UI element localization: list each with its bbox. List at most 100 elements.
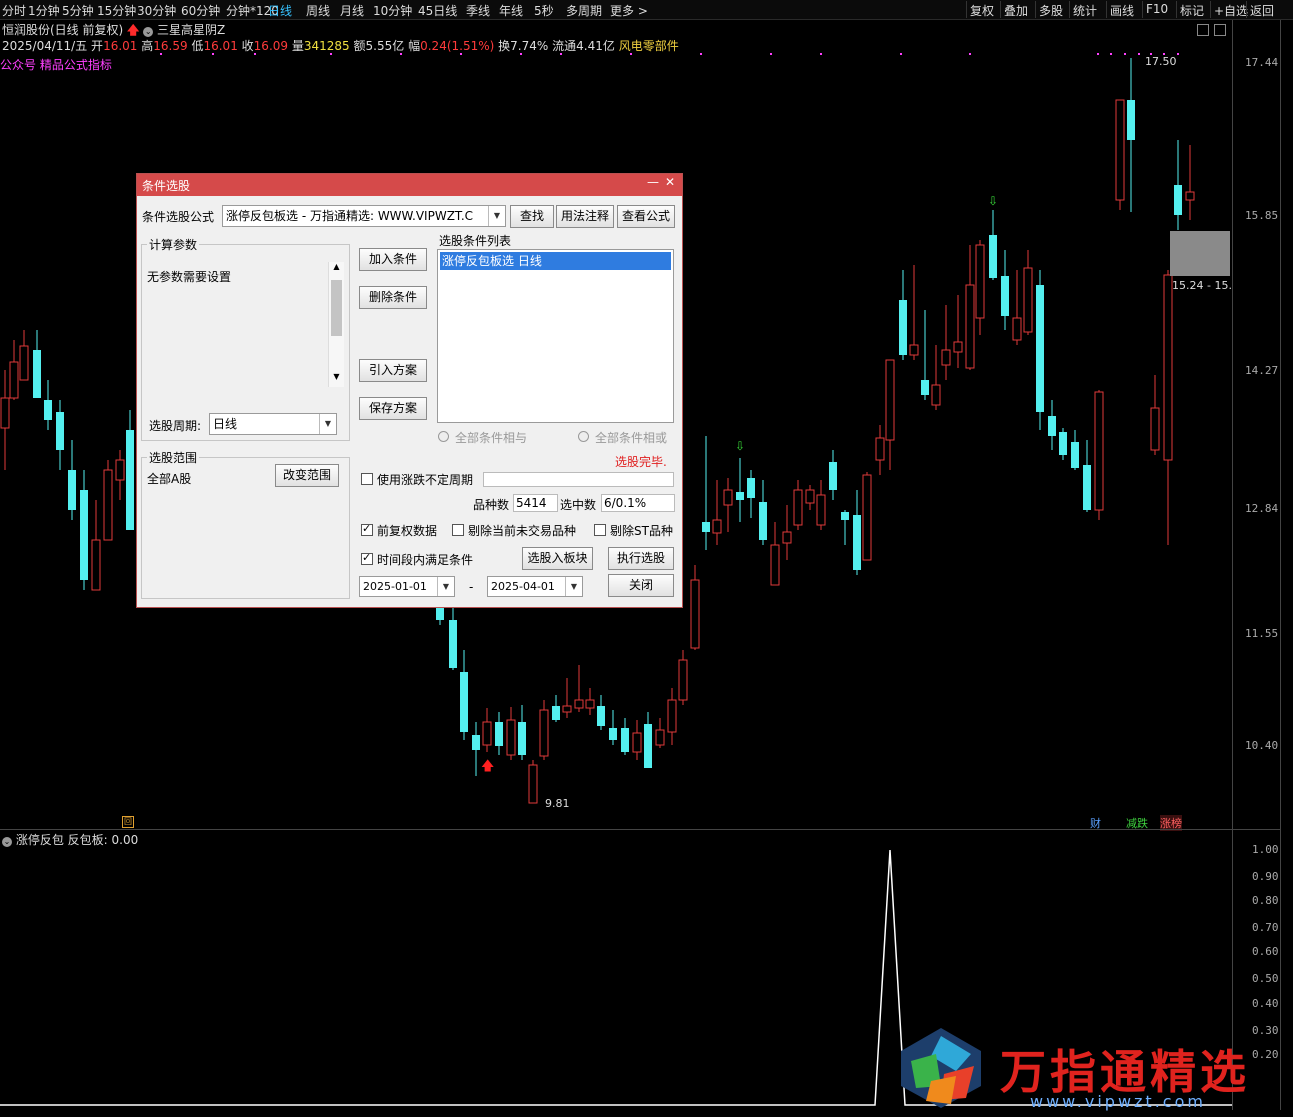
period-tab-13[interactable]: 年线 (499, 2, 523, 19)
candle (941, 305, 951, 380)
low-price-mark: 9.81 (545, 797, 570, 810)
signal-dot (630, 53, 632, 55)
irregular-period-checkbox[interactable] (361, 473, 373, 485)
signal-dot (770, 53, 772, 55)
radio-or[interactable] (578, 431, 589, 442)
run-select-button[interactable]: 执行选股 (608, 547, 674, 570)
period-tab-16[interactable]: 更多 > (610, 2, 648, 19)
watermark-logo (896, 1026, 986, 1110)
dialog-titlebar[interactable]: 条件选股 — ✕ (137, 174, 682, 196)
minimize-icon[interactable]: — (647, 175, 659, 189)
params-scrollbar[interactable]: ▲ ▼ (328, 262, 344, 387)
candle-body (552, 706, 560, 720)
period-select[interactable]: 日线 ▼ (209, 413, 337, 435)
chevron-down-icon[interactable]: ▼ (488, 206, 505, 226)
chevron-down-icon[interactable]: ▼ (437, 577, 454, 596)
toolbar-button-1[interactable]: 叠加 (1004, 2, 1028, 19)
period-tab-10[interactable]: 10分钟 (373, 2, 412, 19)
dialog-title: 条件选股 (142, 179, 191, 193)
exclude-untraded-checkbox[interactable] (452, 524, 464, 536)
delete-condition-button[interactable]: 删除条件 (359, 286, 427, 309)
period-tab-5[interactable]: 60分钟 (181, 2, 220, 19)
toolbar-button-5[interactable]: F10 (1146, 2, 1168, 16)
candle-body (975, 244, 985, 319)
chevron-down-icon[interactable]: ▼ (319, 414, 336, 434)
period-tab-2[interactable]: 5分钟 (62, 2, 94, 19)
candle (1115, 99, 1125, 210)
indicator-tick: 1.00 (1252, 843, 1279, 856)
selected-value: 6/0.1% (601, 494, 675, 512)
period-tab-4[interactable]: 30分钟 (137, 2, 176, 19)
toolbar-button-7[interactable]: +自选 (1214, 2, 1248, 19)
exclude-st-checkbox[interactable] (594, 524, 606, 536)
find-button[interactable]: 查找 (510, 205, 554, 228)
candle (644, 712, 652, 768)
candle (539, 700, 549, 760)
close-icon[interactable]: ✕ (665, 175, 675, 189)
toolbar-button-8[interactable]: 返回 (1250, 2, 1274, 19)
period-tab-9[interactable]: 月线 (340, 2, 364, 19)
exclude-untraded-label: 剔除当前未交易品种 (468, 524, 577, 538)
candle-body (885, 359, 895, 441)
price-tick: 14.27 (1245, 364, 1279, 377)
candle-body (1185, 191, 1195, 201)
import-plan-button[interactable]: 引入方案 (359, 359, 427, 382)
toolbar-button-3[interactable]: 统计 (1073, 2, 1097, 19)
candle-body (1094, 391, 1104, 511)
signal-dot (330, 53, 332, 55)
date-to-field[interactable]: 2025-04-01 ▼ (487, 576, 583, 597)
to-block-button[interactable]: 选股入板块 (522, 547, 593, 570)
period-tab-11[interactable]: 45日线 (418, 2, 457, 19)
candle-body (702, 522, 710, 532)
radio-and[interactable] (438, 431, 449, 442)
period-tab-0[interactable]: 分时 (2, 2, 26, 19)
forward-adjust-checkbox[interactable] (361, 522, 373, 536)
date-from-field[interactable]: 2025-01-01 ▼ (359, 576, 455, 597)
candle-body (449, 620, 457, 668)
toolbar-button-2[interactable]: 多股 (1039, 2, 1063, 19)
down-arrow-icon: ⇩ (988, 194, 998, 208)
signal-dot (1124, 53, 1126, 55)
candle (899, 270, 907, 360)
price-range-box (1170, 231, 1230, 276)
usage-button[interactable]: 用法注释 (556, 205, 614, 228)
candle-body (712, 519, 722, 534)
add-condition-button[interactable]: 加入条件 (359, 248, 427, 271)
indicator-tick: 0.60 (1252, 945, 1279, 958)
change-range-button[interactable]: 改变范围 (275, 464, 339, 487)
candle (1163, 270, 1173, 545)
candle (597, 695, 605, 730)
period-tab-3[interactable]: 15分钟 (97, 2, 136, 19)
period-tab-1[interactable]: 1分钟 (28, 2, 60, 19)
close-button[interactable]: 关闭 (608, 574, 674, 597)
list-item[interactable]: 涨停反包板选 日线 (440, 252, 671, 270)
save-plan-button[interactable]: 保存方案 (359, 397, 427, 420)
candle-body (899, 300, 907, 355)
candle (931, 345, 941, 410)
period-tab-8[interactable]: 周线 (306, 2, 330, 19)
chevron-down-icon[interactable]: ▼ (565, 577, 582, 596)
condition-list[interactable]: 涨停反包板选 日线 (437, 249, 674, 423)
period-tab-12[interactable]: 季线 (466, 2, 490, 19)
candle (885, 359, 895, 470)
view-formula-button[interactable]: 查看公式 (617, 205, 675, 228)
info-mine-icon[interactable]: 回 (122, 816, 134, 828)
candle (482, 708, 492, 752)
up-arrow-icon: 🡅 (481, 759, 494, 774)
period-tab-7[interactable]: 日线 (268, 2, 292, 19)
candle (632, 720, 642, 760)
toolbar-button-6[interactable]: 标记 (1180, 2, 1204, 19)
signal-dot (900, 53, 902, 55)
toolbar-button-0[interactable]: 复权 (970, 2, 994, 19)
candle (1059, 428, 1067, 460)
time-range-checkbox[interactable] (361, 551, 373, 565)
irregular-period-field[interactable] (483, 472, 674, 487)
candle (103, 460, 113, 541)
signal-dot (969, 53, 971, 55)
formula-select[interactable]: 涨停反包板选 - 万指通精选: WWW.VIPWZT.C ▼ (222, 205, 506, 227)
toolbar-button-4[interactable]: 画线 (1110, 2, 1134, 19)
period-tab-15[interactable]: 多周期 (566, 2, 602, 19)
period-tab-14[interactable]: 5秒 (534, 2, 554, 19)
candle-body (667, 699, 677, 733)
count-value: 5414 (513, 494, 558, 512)
